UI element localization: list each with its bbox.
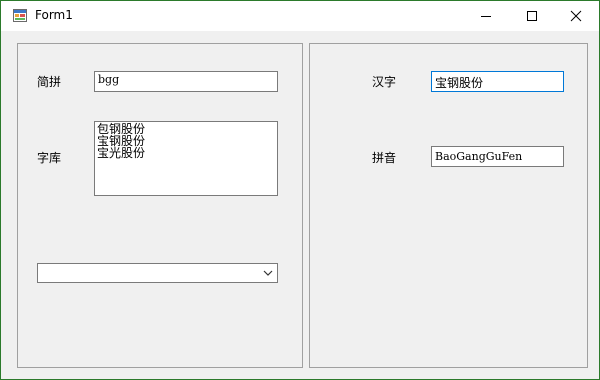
ziku-label: 字库	[37, 151, 62, 165]
hanzi-input[interactable]: 宝钢股份	[431, 71, 564, 92]
maximize-icon	[527, 11, 537, 21]
combo-box[interactable]	[37, 263, 278, 283]
title-bar[interactable]: Form1	[1, 1, 599, 31]
chevron-down-icon[interactable]	[263, 269, 273, 277]
minimize-icon	[481, 16, 491, 17]
jianpin-label: 简拼	[37, 75, 62, 89]
hanzi-label: 汉字	[372, 75, 397, 89]
jianpin-input[interactable]: bgg	[94, 71, 278, 92]
list-item[interactable]: 宝光股份	[97, 147, 275, 159]
ziku-listbox[interactable]: 包钢股份 宝钢股份 宝光股份	[94, 121, 278, 196]
close-icon	[570, 10, 582, 22]
window-title: Form1	[35, 8, 73, 22]
close-button[interactable]	[553, 1, 599, 31]
form-app-icon[interactable]	[13, 9, 27, 22]
pinyin-input[interactable]: BaoGangGuFen	[431, 146, 564, 167]
pinyin-label: 拼音	[372, 151, 397, 165]
minimize-button[interactable]	[463, 1, 509, 31]
maximize-button[interactable]	[509, 1, 555, 31]
form-window: Form1 简拼 bgg 字库 包钢股份 宝钢股份 宝光股份 汉字 宝钢股份 拼…	[0, 0, 600, 380]
